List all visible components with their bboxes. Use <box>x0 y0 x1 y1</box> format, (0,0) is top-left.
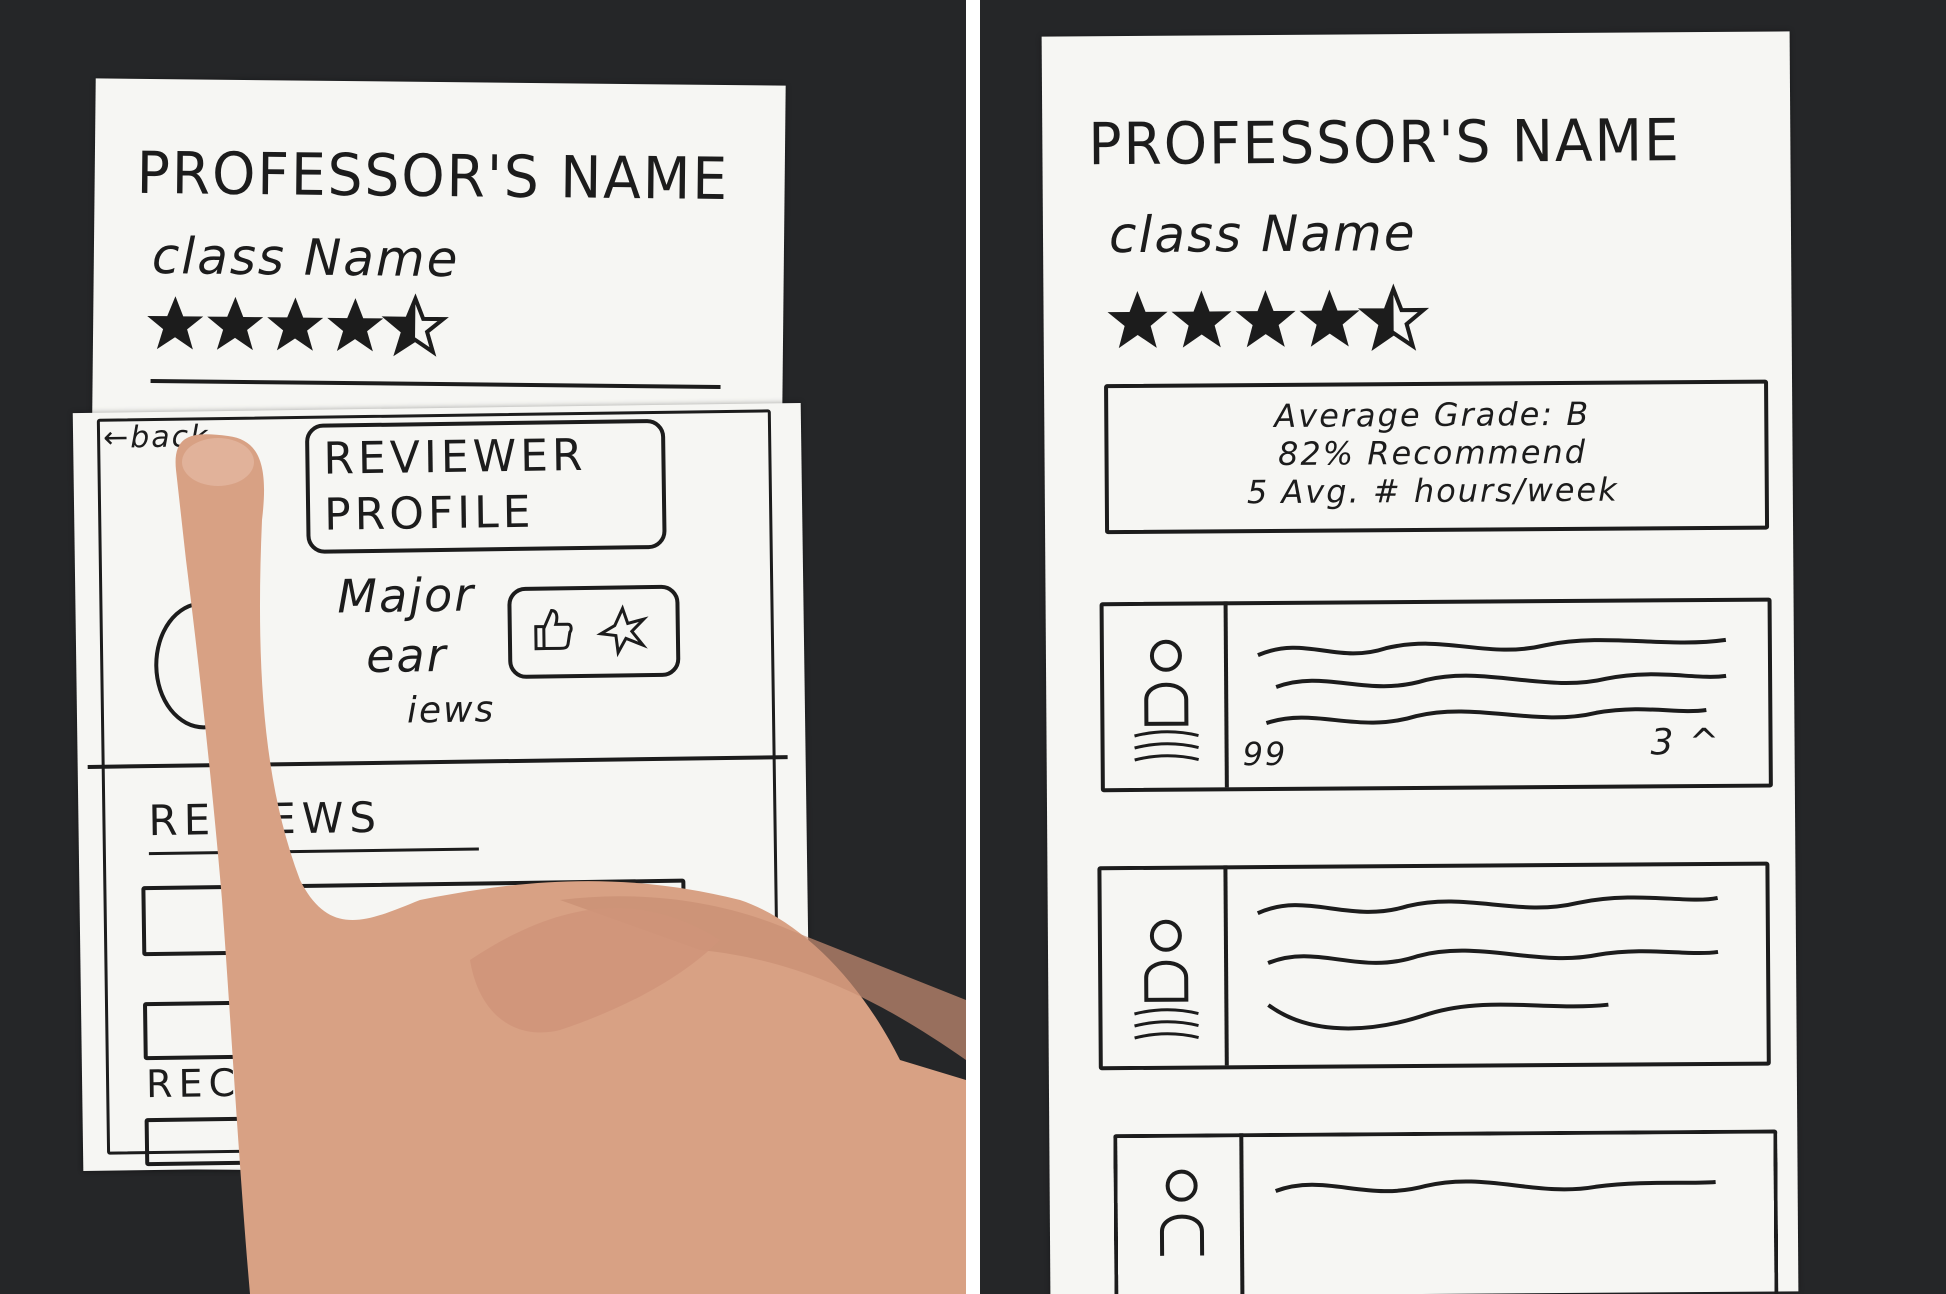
average-grade-text: Average Grade: B <box>1274 394 1591 436</box>
avg-hours-text: 5 Avg. # hours/week <box>1246 470 1619 512</box>
right-sketch-photo: PROFESSOR'S NAME class Name Average Grad… <box>980 0 1946 1294</box>
star-rating-icons <box>1107 283 1430 352</box>
review-upvote-count[interactable]: 3 ^ <box>1650 722 1721 763</box>
pointing-finger <box>175 434 966 1294</box>
left-sketch-photo: PROFESSOR'S NAME class Name ←back REVIEW… <box>0 0 966 1294</box>
professor-name-title: PROFESSOR'S NAME <box>1088 106 1681 179</box>
review-text-lines <box>1274 1179 1716 1194</box>
recommend-percent-text: 82% Recommend <box>1277 432 1588 473</box>
user-avatar-icon <box>1134 919 1199 1040</box>
user-avatar-icon <box>1134 639 1200 762</box>
class-name-label: class Name <box>1108 204 1417 265</box>
review-text-lines <box>1256 895 1719 1031</box>
user-avatar-icon <box>1159 1169 1205 1256</box>
review-comment-count[interactable]: 99 <box>1242 735 1287 773</box>
main-screen-paper-detail: PROFESSOR'S NAME class Name Average Grad… <box>1041 31 1799 1294</box>
